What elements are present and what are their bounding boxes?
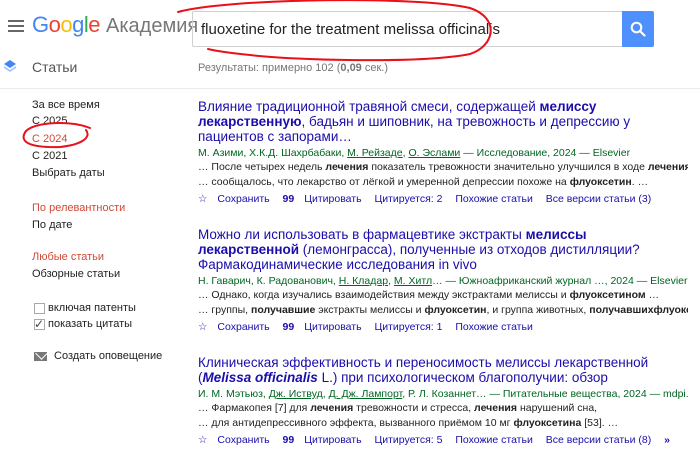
star-icon: ☆ [198,434,208,446]
result-item: Влияние традиционной травяной смеси, сод… [198,99,688,205]
include-patents-label: включая патенты [48,302,136,314]
result-title[interactable]: Можно ли использовать в фармацевтике экс… [198,227,688,272]
logo-suffix: Академия [106,15,199,37]
result-snippet: … Фармакопея [7] для лечения тревожности… [198,402,598,414]
cite-button[interactable]: 99 Цитировать [283,434,362,446]
cite-button[interactable]: 99 Цитировать [283,321,362,333]
quote-icon: 99 [282,434,295,446]
save-button[interactable]: ☆ Сохранить [198,193,270,205]
result-actions: ☆ Сохранить 99 Цитировать Цитируется: 5 По… [198,434,688,446]
author-link[interactable]: М. Хитл [394,275,432,287]
more-icon[interactable]: » [664,434,670,446]
cited-by-link[interactable]: Цитируется: 5 [374,434,442,446]
author-link[interactable]: О. Эслами [408,147,460,159]
logo[interactable]: Google Академия [32,12,198,38]
mail-icon [34,352,47,361]
versions-link[interactable]: Все версии статьи (8) [546,434,652,446]
filter-custom-range[interactable]: Выбрать даты [32,167,105,179]
header-divider [0,88,700,89]
result-item: Клиническая эффективность и переносимост… [198,355,688,446]
save-button[interactable]: ☆ Сохранить [198,434,270,446]
result-snippet: … для антидепрессивного эффекта, вызванн… [198,417,619,429]
star-icon: ☆ [198,193,208,205]
search-box[interactable] [192,11,622,47]
result-meta: Н. Гаварич, К. Радованович, Н. Кладар, М… [198,275,688,287]
related-link[interactable]: Похожие статьи [455,193,532,205]
result-snippet: … группы, получавшие экстракты мелиссы и… [198,304,688,316]
result-snippet: … Однако, когда изучались взаимодействия… [198,289,660,301]
author-link[interactable]: М. Рейзаде [347,147,402,159]
type-review[interactable]: Обзорные статьи [32,268,120,280]
result-meta: М. Азими, Х.К.Д. Шахрбабаки, М. Рейзаде,… [198,147,631,159]
include-citations-label: показать цитаты [48,318,133,330]
type-any[interactable]: Любые статьи [32,251,104,263]
quote-icon: 99 [282,193,295,205]
versions-link[interactable]: Все версии статьи (3) [546,193,652,205]
cite-button[interactable]: 99 Цитировать [283,193,362,205]
results-count: Результаты: примерно 102 (0,09 сек.) [198,62,389,74]
include-patents-checkbox[interactable] [34,303,45,314]
check-icon: ✓ [34,317,45,331]
cited-by-link[interactable]: Цитируется: 1 [374,321,442,333]
filter-since-2021[interactable]: С 2021 [32,150,67,162]
star-icon: ☆ [198,321,208,333]
result-snippet: … сообщалось, что лекарство от лёгкой и … [198,176,649,188]
search-input[interactable] [193,12,622,46]
result-item: Можно ли использовать в фармацевтике экс… [198,227,688,333]
logo-google: Google [32,12,101,37]
result-meta: И. М. Мэтьюз, Дж. Иствуд, Д. Дж. Лампорт… [198,388,688,400]
filter-since-2025[interactable]: С 2025 [32,115,67,127]
filter-any-time[interactable]: За все время [32,99,100,111]
menu-icon[interactable] [8,20,24,32]
result-actions: ☆ Сохранить 99 Цитировать Цитируется: 1 По… [198,321,688,333]
section-articles: Статьи [32,59,78,75]
author-link[interactable]: Н. Кладар [339,275,388,287]
create-alert-link[interactable]: Создать оповещение [54,350,162,362]
search-icon [630,21,646,37]
header: Google Академия [0,0,700,56]
result-title[interactable]: Влияние традиционной травяной смеси, сод… [198,99,688,144]
result-actions: ☆ Сохранить 99 Цитировать Цитируется: 2 По… [198,193,688,205]
search-button[interactable] [622,11,654,47]
sort-relevance[interactable]: По релевантности [32,202,125,214]
cited-by-link[interactable]: Цитируется: 2 [374,193,442,205]
save-button[interactable]: ☆ Сохранить [198,321,270,333]
filter-since-2024[interactable]: С 2024 [32,133,67,145]
author-link[interactable]: Д. Дж. Лампорт [329,388,403,400]
related-link[interactable]: Похожие статьи [455,434,532,446]
quote-icon: 99 [282,321,295,333]
author-link[interactable]: Дж. Иствуд [269,388,323,400]
articles-icon [4,60,16,72]
result-snippet: … После четырех недель лечения показател… [198,161,688,173]
related-link[interactable]: Похожие статьи [455,321,532,333]
sort-date[interactable]: По дате [32,219,72,231]
result-title[interactable]: Клиническая эффективность и переносимост… [198,355,688,385]
